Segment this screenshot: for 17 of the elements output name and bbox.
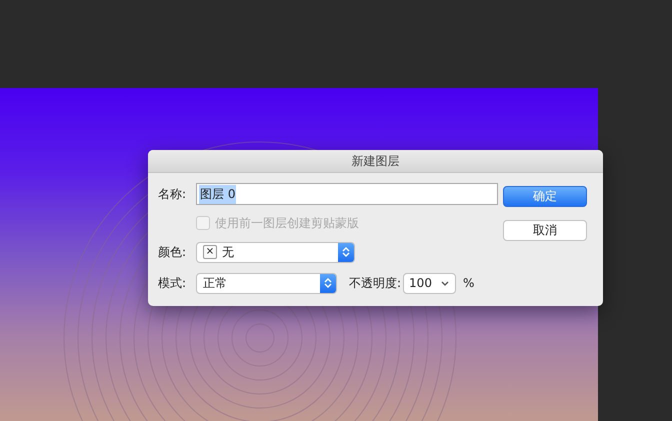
name-value: 图层 0 bbox=[199, 184, 236, 204]
dialog-title: 新建图层 bbox=[148, 150, 603, 173]
color-label: 颜色: bbox=[158, 244, 188, 260]
stepper-icon bbox=[338, 242, 354, 262]
cancel-button[interactable]: 取消 bbox=[503, 220, 587, 241]
clip-mask-label: 使用前一图层创建剪贴蒙版 bbox=[215, 214, 359, 232]
percent-unit: % bbox=[463, 276, 474, 290]
name-label: 名称: bbox=[158, 186, 188, 202]
color-select[interactable]: × 无 bbox=[196, 242, 355, 262]
opacity-combo[interactable]: 100 bbox=[403, 272, 456, 294]
mode-label: 模式: bbox=[158, 274, 188, 292]
name-input-field[interactable]: 图层 0 bbox=[196, 183, 498, 205]
none-swatch-icon: × bbox=[203, 245, 217, 259]
opacity-label: 不透明度: bbox=[349, 274, 402, 292]
chevron-down-icon bbox=[441, 280, 450, 286]
mode-select[interactable]: 正常 bbox=[196, 272, 337, 294]
stepper-icon bbox=[320, 274, 336, 292]
